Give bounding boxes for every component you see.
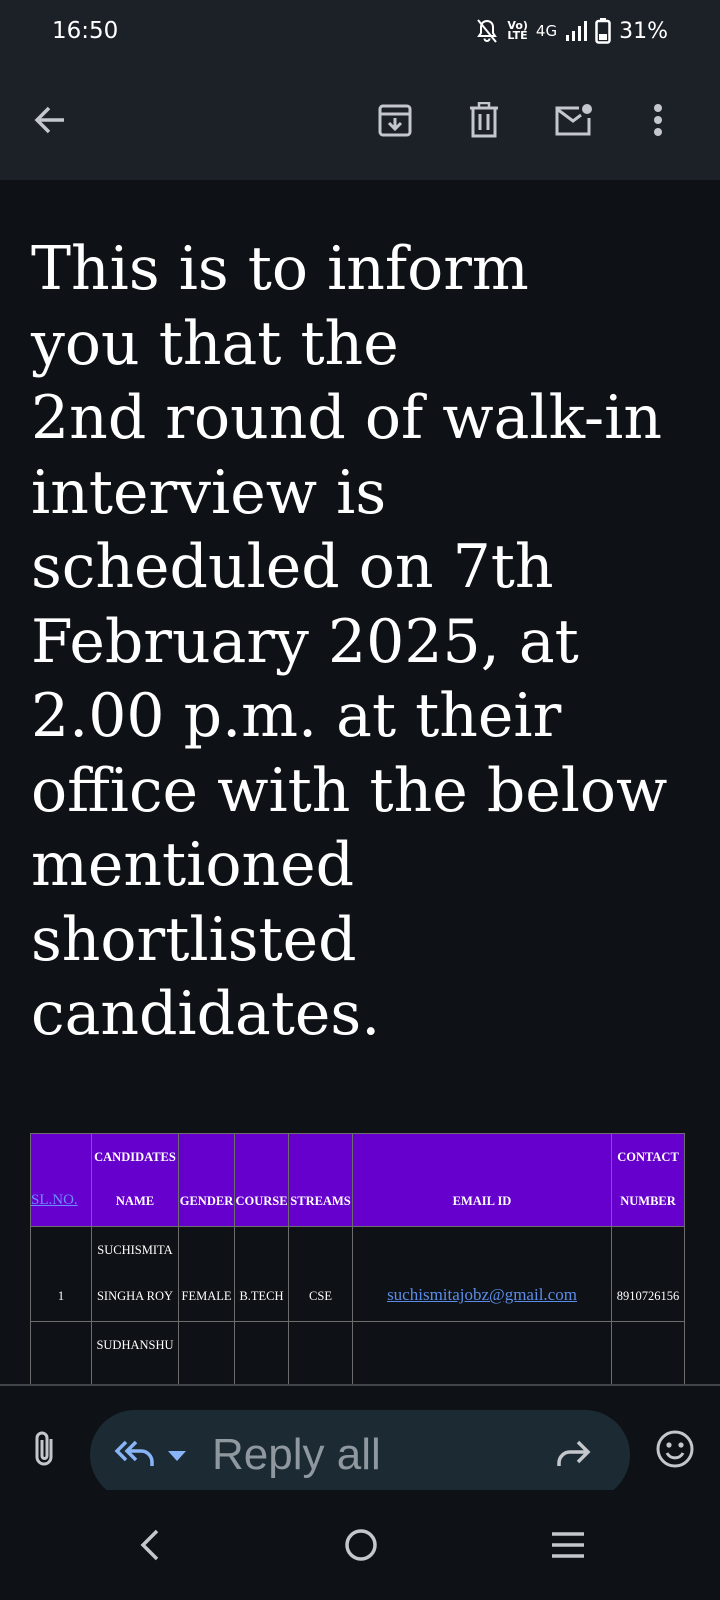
body-line: candidates. [31, 979, 381, 1049]
mark-unread-icon[interactable] [543, 90, 603, 150]
email-link[interactable]: suchismitajobz@gmail.com [387, 1285, 577, 1304]
stream-value: CSE [309, 1289, 332, 1303]
email-toolbar [0, 62, 720, 180]
header-line2: COURSE [235, 1194, 288, 1208]
bell-off-icon [475, 18, 499, 44]
body-line: you that the [31, 308, 399, 379]
reply-bar: Reply all [0, 1384, 720, 1500]
course-cell [234, 1321, 289, 1384]
reply-all-button[interactable]: Reply all [90, 1410, 630, 1500]
stream-cell [288, 1321, 353, 1384]
gender-cell: FEMALE [178, 1226, 235, 1322]
header-cell: EMAIL ID [352, 1133, 612, 1227]
table-row: 1 SUCHISMITA SINGHA ROY FEMALE B.TECH CS… [30, 1226, 685, 1322]
sl-cell: 1 [30, 1226, 92, 1322]
battery-percent: 31% [619, 18, 668, 44]
reply-all-icon [114, 1436, 156, 1475]
volte-icon: Vo) LTE [507, 20, 528, 42]
header-line1: CONTACT [617, 1150, 679, 1164]
header-cell: GENDER [178, 1133, 235, 1227]
email-cell [352, 1321, 612, 1384]
name-line2: SINGHA ROY [96, 1289, 174, 1303]
header-line2: EMAIL ID [452, 1194, 512, 1208]
name-line1: SUDHANSHU [96, 1338, 174, 1352]
body-line: This is to inform [31, 234, 529, 304]
course-value: B.TECH [239, 1289, 284, 1303]
stream-cell: CSE [288, 1226, 353, 1322]
body-line: shortlisted [31, 904, 357, 975]
contact-cell: 8910726156 [611, 1226, 685, 1322]
body-line: scheduled on 7th [31, 532, 554, 602]
name-cell: SUCHISMITA SINGHA ROY [91, 1226, 179, 1322]
body-line: mentioned [31, 830, 355, 900]
more-vert-icon[interactable] [628, 90, 688, 150]
email-body: This is to inform you that the 2nd round… [0, 180, 720, 1384]
table-row: SUDHANSHU [30, 1321, 685, 1384]
status-bar: 16:50 Vo) LTE 4G 31% [0, 0, 720, 62]
name-cell: SUDHANSHU [91, 1321, 179, 1384]
nav-recents-icon[interactable] [538, 1520, 598, 1570]
body-line: February 2025, at [31, 606, 579, 677]
gender-cell [178, 1321, 235, 1384]
header-line2: NAME [115, 1194, 155, 1208]
network-type: 4G [535, 22, 558, 40]
status-time: 16:50 [52, 18, 119, 44]
table-header-row: SL.NO. CANDIDATES NAME GENDER COURSE STR… [30, 1133, 685, 1227]
header-cell: CONTACT NUMBER [611, 1133, 685, 1227]
battery-icon [595, 18, 611, 44]
contact-cell [611, 1321, 685, 1384]
candidates-table: SL.NO. CANDIDATES NAME GENDER COURSE STR… [30, 1133, 685, 1384]
email-message: This is to inform you that the 2nd round… [31, 232, 701, 1052]
nav-home-icon[interactable] [331, 1520, 391, 1570]
delete-icon[interactable] [454, 90, 514, 150]
header-sl-link[interactable]: SL.NO. [32, 1192, 91, 1209]
back-arrow-icon[interactable] [20, 90, 80, 150]
reply-label: Reply all [212, 1430, 381, 1479]
header-line2: GENDER [179, 1194, 234, 1208]
email-cell: suchismitajobz@gmail.com [352, 1226, 612, 1322]
dropdown-icon[interactable] [168, 1448, 186, 1466]
body-line: office with the below [31, 755, 668, 826]
sl-cell [30, 1321, 92, 1384]
name-line1: SUCHISMITA [97, 1243, 173, 1257]
header-line2: NUMBER [620, 1194, 676, 1208]
nav-back-icon[interactable] [120, 1520, 180, 1570]
status-icons: Vo) LTE 4G 31% [475, 16, 668, 46]
navigation-bar [0, 1490, 720, 1600]
header-cell: CANDIDATES NAME [91, 1133, 179, 1227]
header-cell: STREAMS [288, 1133, 353, 1227]
body-line: 2nd round of walk-in [31, 383, 662, 453]
signal-icon [565, 20, 588, 42]
gender-value: FEMALE [181, 1289, 232, 1303]
header-line1: CANDIDATES [94, 1150, 176, 1164]
emoji-icon[interactable] [650, 1424, 700, 1474]
volte-bottom: LTE [507, 29, 528, 42]
body-line: 2.00 p.m. at their [31, 681, 562, 751]
sl-number: 1 [57, 1289, 65, 1303]
forward-icon[interactable] [554, 1438, 592, 1473]
contact-value: 8910726156 [616, 1289, 680, 1303]
header-line2: STREAMS [290, 1194, 351, 1208]
attachment-icon[interactable] [22, 1424, 66, 1474]
header-cell: COURSE [234, 1133, 289, 1227]
course-cell: B.TECH [234, 1226, 289, 1322]
header-cell: SL.NO. [30, 1133, 92, 1227]
body-line: interview is [31, 457, 387, 528]
archive-icon[interactable] [365, 90, 425, 150]
